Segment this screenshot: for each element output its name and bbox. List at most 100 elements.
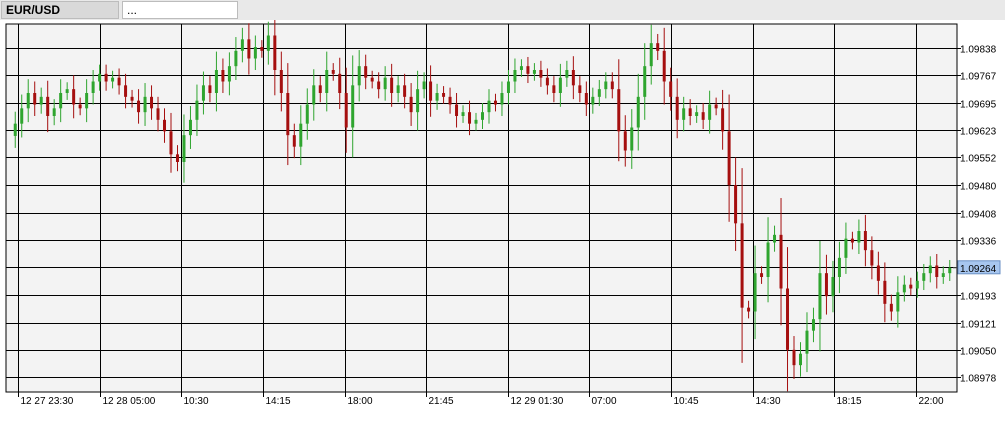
candle-down [370,77,374,82]
candle-down [786,288,790,350]
candle-up [597,89,601,97]
y-tick-label: 1.08978 [960,374,997,385]
candle-up [396,85,400,93]
candle-up [13,123,17,136]
x-tick-label: 10:30 [184,396,209,407]
tab-more[interactable]: ... [122,1,238,19]
candle-up [20,108,24,124]
candle-down [883,280,887,304]
candle-up [214,70,218,93]
candle-up [519,66,523,70]
candle-up [682,108,686,120]
y-tick-label: 1.09767 [960,72,997,83]
candle-down [221,70,225,82]
chart-tab-bar: EUR/USD ... [0,0,1005,21]
candle-down [876,265,880,281]
candle-down [156,108,160,120]
candle-up [902,284,906,293]
candle-up [915,280,919,289]
candle-down [662,50,666,82]
candle-up [558,77,562,93]
candle-down [169,131,173,155]
candle-up [636,96,640,128]
y-tick-label: 1.09838 [960,45,997,56]
candle-down [539,70,543,78]
candle-down [935,265,939,277]
plot-area[interactable] [5,23,958,393]
x-tick-label: 10:45 [674,396,699,407]
x-tick-label: 18:00 [348,396,373,407]
candle-down [870,250,874,266]
candle-down [260,47,264,51]
candle-up [39,96,43,105]
candle-up [837,257,841,277]
candle-up [818,273,822,320]
candle-down [292,135,296,147]
candle-up [266,35,270,51]
candle-up [773,234,777,243]
candle-up [487,100,491,113]
candle-down [545,77,549,86]
candle-down [909,284,913,289]
price-chart[interactable]: 1.09838 1.09767 1.09695 1.09623 1.09552 1.094… [0,10,1005,417]
candle-up [240,39,244,51]
candle-down [552,85,556,93]
x-tick-label: 14:30 [756,396,781,407]
candle-up [65,89,69,93]
y-tick-label: 1.09480 [960,182,997,193]
x-tick-label: 12 27 23:30 [21,396,74,407]
candle-down [338,73,342,93]
candle-up [811,319,815,331]
candle-down [779,234,783,289]
candle-down [448,96,452,105]
candle-up [798,353,802,366]
candle-down [247,39,251,59]
candle-up [941,273,945,277]
candle-down [403,85,407,97]
candle-up [844,238,848,258]
x-tick-label: 12 28 05:00 [103,396,156,407]
candle-up [435,93,439,101]
candle-down [468,112,472,124]
candle-up [305,104,309,124]
candle-down [734,185,738,224]
candle-down [675,96,679,120]
candlestick-chart[interactable]: 1.09838 1.09767 1.09695 1.09623 1.09552 1.094… [0,10,1005,417]
candle-up [59,93,63,109]
candle-up [565,70,569,78]
candle-up [422,81,426,90]
candle-down [429,81,433,101]
candle-down [331,70,335,74]
candle-up [85,93,89,109]
candle-up [325,70,329,93]
candle-down [72,89,76,105]
candle-down [760,273,764,277]
candle-down [792,349,796,366]
candle-down [117,77,121,86]
candle-up [643,66,647,97]
candle-down [889,303,893,312]
candle-up [474,119,478,124]
x-tick-label: 18:15 [837,396,862,407]
candle-up [695,112,699,116]
candle-up [766,242,770,277]
candle-up [299,123,303,147]
candle-down [747,307,751,312]
candle-down [104,73,108,82]
candle-up [357,66,361,86]
candle-down [279,70,283,93]
candle-up [312,85,316,105]
tab-eurusd[interactable]: EUR/USD [1,1,119,19]
candle-down [273,35,277,70]
candle-down [390,77,394,93]
candle-down [364,66,368,78]
candle-up [805,330,809,354]
x-tick-label: 21:45 [429,396,454,407]
candle-down [442,93,446,97]
candle-up [831,277,835,297]
candle-down [409,96,413,113]
candle-up [591,96,595,105]
candle-down [850,238,854,243]
candle-up [201,85,205,101]
candle-down [578,85,582,93]
